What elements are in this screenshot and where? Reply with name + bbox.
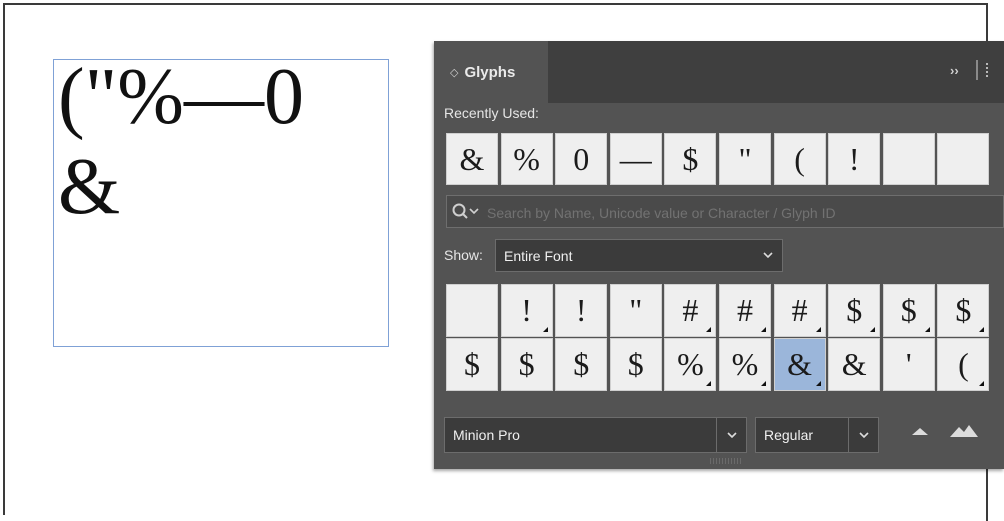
glyph-cell[interactable] — [446, 284, 498, 337]
glyph-cell[interactable]: $ — [446, 338, 498, 391]
font-family-value: Minion Pro — [453, 427, 520, 443]
alternates-indicator-icon[interactable] — [870, 327, 876, 332]
glyph-search-input[interactable] — [485, 196, 999, 229]
document-text-line2: & — [58, 143, 121, 231]
document-text-line1: ("%—0 — [58, 53, 304, 141]
recent-glyph-cell[interactable]: — — [609, 133, 662, 185]
alternates-indicator-icon[interactable] — [924, 327, 930, 332]
glyph-cell[interactable]: $ — [500, 338, 553, 391]
glyph-char: $ — [627, 346, 644, 382]
zoom-out-icon[interactable] — [912, 428, 928, 435]
tab-expand-icon: ◇ — [450, 66, 459, 79]
tab-glyphs[interactable]: ◇ Glyphs — [434, 41, 548, 103]
glyphs-panel: ◇ Glyphs ›› Recently Used: &% 0 — $ " (! Show… — [434, 41, 1004, 469]
recent-glyph-cell[interactable]: & — [446, 133, 498, 185]
glyph-char: — — [619, 140, 652, 177]
glyph-cell[interactable]: ( — [937, 338, 990, 391]
glyph-cell[interactable]: ! — [555, 284, 608, 337]
glyph-char: $ — [464, 346, 480, 382]
document-text: ("%—0 & — [58, 52, 304, 232]
alternates-indicator-icon[interactable] — [706, 381, 712, 386]
show-dropdown[interactable]: Entire Font — [495, 239, 783, 272]
resize-grip[interactable] — [710, 458, 742, 464]
recent-glyph-cell[interactable]: ( — [773, 133, 826, 185]
glyph-cell[interactable]: $ — [828, 284, 881, 337]
glyph-char: % — [731, 346, 759, 382]
glyph-cell[interactable]: ! — [500, 284, 553, 337]
alternates-indicator-icon[interactable] — [979, 327, 985, 332]
glyph-char: ( — [958, 346, 969, 382]
glyph-char: ! — [521, 292, 532, 328]
glyph-char: ( — [794, 140, 805, 177]
glyph-char: # — [682, 292, 699, 328]
show-dropdown-value: Entire Font — [504, 247, 573, 264]
glyph-search-bar[interactable] — [446, 195, 1004, 229]
glyph-cell[interactable]: " — [609, 284, 662, 337]
glyph-cell[interactable]: $ — [882, 284, 935, 337]
glyph-char: $ — [846, 292, 863, 328]
glyph-char: # — [737, 292, 753, 328]
glyph-char: % — [513, 140, 540, 177]
glyph-char: $ — [955, 292, 972, 328]
show-label: Show: — [444, 247, 483, 263]
glyph-cell[interactable]: ' — [882, 338, 935, 391]
recent-glyph-cell[interactable]: 0 — [555, 133, 608, 185]
glyph-char: $ — [900, 292, 917, 328]
glyph-cell[interactable]: # — [719, 284, 771, 337]
glyph-cell[interactable]: % — [664, 338, 717, 391]
alternates-indicator-icon[interactable] — [979, 381, 985, 386]
glyph-char: " — [629, 292, 643, 328]
font-style-value: Regular — [764, 427, 814, 443]
collapse-icon[interactable]: ›› — [950, 63, 959, 78]
glyph-cell[interactable]: # — [664, 284, 717, 337]
glyph-char: ! — [575, 292, 587, 328]
recently-used-label: Recently Used: — [444, 105, 539, 121]
recent-glyph-cell[interactable]: " — [719, 133, 771, 185]
glyph-cell-selected[interactable]: & — [773, 338, 826, 391]
glyph-cell[interactable]: $ — [937, 284, 990, 337]
glyph-char: % — [677, 346, 704, 382]
glyph-char: # — [791, 292, 808, 328]
glyph-char: $ — [573, 346, 590, 382]
recent-glyph-cell[interactable] — [882, 133, 935, 185]
glyph-char: $ — [682, 140, 699, 177]
recent-glyph-cell[interactable]: ! — [828, 133, 881, 185]
alternates-indicator-icon[interactable] — [761, 381, 766, 386]
glyph-char: 0 — [573, 140, 590, 177]
font-family-chevron-icon[interactable] — [716, 417, 746, 453]
glyph-char: ' — [905, 346, 912, 382]
alternates-indicator-icon[interactable] — [815, 327, 821, 332]
glyph-char: & — [787, 346, 813, 382]
glyph-char: & — [841, 346, 867, 382]
zoom-in-icon[interactable] — [950, 423, 978, 437]
alternates-indicator-icon[interactable] — [542, 327, 548, 332]
search-icon[interactable] — [451, 202, 481, 222]
tab-glyphs-label: Glyphs — [464, 63, 516, 81]
glyph-char: ! — [848, 140, 860, 177]
recent-glyph-cell[interactable]: $ — [664, 133, 717, 185]
glyph-cell[interactable]: % — [719, 338, 771, 391]
chevron-down-icon — [762, 247, 774, 266]
alternates-indicator-icon[interactable] — [706, 327, 712, 332]
panel-header: ◇ Glyphs ›› — [434, 41, 1004, 103]
recent-glyph-cell[interactable]: % — [500, 133, 553, 185]
text-frame[interactable]: ("%—0 & — [53, 53, 389, 347]
font-family-dropdown[interactable]: Minion Pro — [444, 417, 747, 453]
glyph-cell[interactable]: $ — [609, 338, 662, 391]
recent-glyph-cell[interactable] — [937, 133, 990, 185]
glyph-char: & — [459, 140, 485, 177]
glyph-char: " — [738, 140, 752, 177]
glyph-cell[interactable]: # — [773, 284, 826, 337]
glyph-cell[interactable]: & — [828, 338, 881, 391]
alternates-indicator-icon[interactable] — [761, 327, 766, 332]
glyph-char: $ — [518, 346, 535, 382]
glyph-cell[interactable]: $ — [555, 338, 608, 391]
alternates-indicator-icon[interactable] — [815, 381, 821, 386]
panel-menu-icon[interactable] — [986, 63, 991, 77]
font-style-chevron-icon[interactable] — [848, 417, 879, 453]
panel-divider — [976, 60, 978, 80]
